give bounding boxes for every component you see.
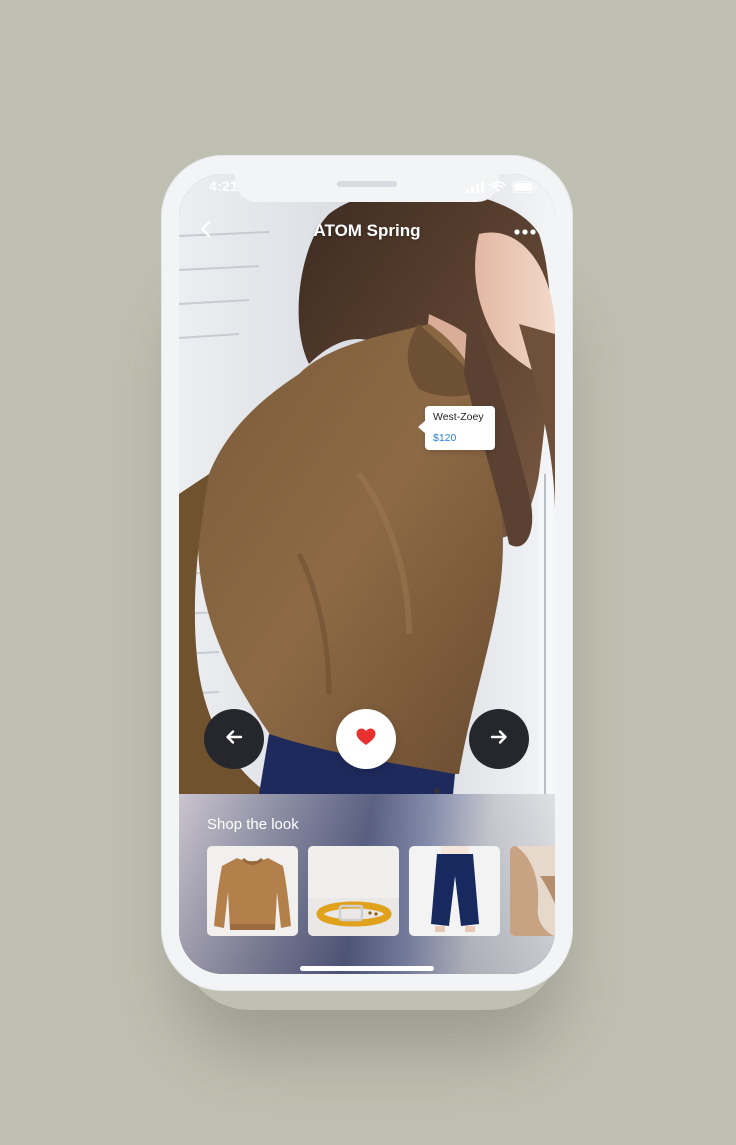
notch (235, 174, 499, 202)
heart-icon (356, 728, 376, 751)
more-options-button[interactable] (511, 218, 539, 244)
look-photo[interactable] (179, 174, 555, 794)
product-thumbnail-belt[interactable] (308, 846, 399, 936)
product-carousel[interactable] (207, 846, 555, 936)
previous-look-button[interactable] (204, 709, 264, 769)
battery-icon (512, 180, 537, 198)
arrow-right-icon (490, 729, 508, 750)
shop-the-look-title: Shop the look (207, 816, 299, 833)
culottes-image (431, 846, 479, 932)
model-illustration (179, 174, 555, 794)
product-thumbnail-culottes[interactable] (409, 846, 500, 936)
status-time: 4:21 (209, 178, 239, 194)
status-icons (466, 180, 537, 198)
navigation-bar: ATOM Spring (179, 214, 555, 248)
like-button[interactable] (336, 709, 396, 769)
cellular-signal-icon (466, 180, 484, 198)
speaker (337, 181, 397, 187)
belt-image (308, 846, 399, 927)
stage: 4:21 ATOM Spring West-Zoey $120 Shop the… (0, 0, 736, 1145)
status-bar: 4:21 (179, 174, 555, 202)
product-tag-price[interactable]: $120 (433, 432, 456, 444)
product-thumbnail-sweater[interactable] (207, 846, 298, 936)
sweater-image (214, 857, 291, 930)
page-title: ATOM Spring (313, 221, 421, 240)
product-tag[interactable]: West-Zoey $120 (418, 406, 495, 450)
arrow-left-icon (225, 729, 243, 750)
wifi-icon (490, 180, 506, 198)
next-look-button[interactable] (469, 709, 529, 769)
product-tag-name: West-Zoey (433, 411, 484, 423)
shop-the-look-panel: Shop the look (179, 794, 555, 974)
phone-screen: 4:21 ATOM Spring West-Zoey $120 Shop the… (179, 174, 555, 974)
top-image (510, 846, 555, 936)
more-dots-icon (514, 222, 536, 240)
product-thumbnail-top[interactable] (510, 846, 555, 936)
home-indicator[interactable] (300, 966, 434, 971)
